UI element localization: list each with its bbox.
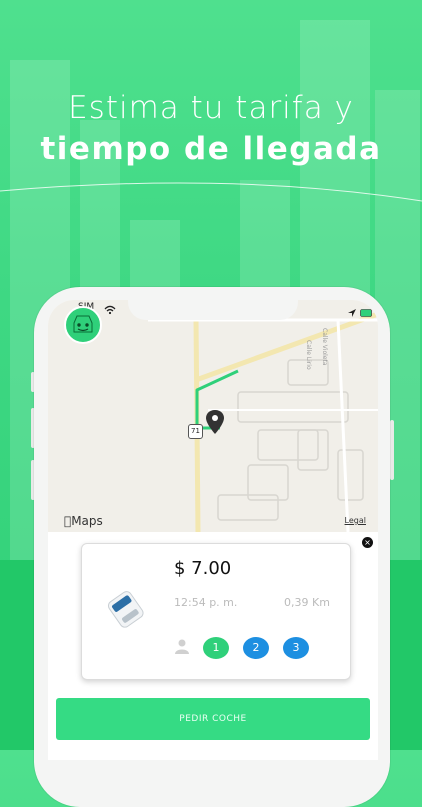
decorative-curve [0, 182, 422, 202]
close-icon[interactable]: × [362, 537, 373, 548]
seat-option-3[interactable]: 3 [283, 637, 309, 659]
user-avatar[interactable] [64, 306, 102, 344]
ride-card: $ 7.00 12:54 p. m. 0,39 Km 1 2 3 [81, 543, 351, 680]
legal-link[interactable]: Legal [345, 516, 366, 525]
headline: Estima tu tarifa y tiempo de llegada [0, 88, 422, 170]
route-shield-icon: 71 [188, 424, 203, 439]
location-arrow-icon [348, 302, 356, 321]
person-icon [175, 639, 189, 654]
headline-line-1: Estima tu tarifa y [68, 90, 354, 126]
phone-notch [128, 300, 298, 320]
order-car-button[interactable]: PEDIR COCHE [56, 698, 370, 740]
map-pin-icon [206, 410, 224, 438]
car-icon [107, 591, 144, 628]
phone-screen: SIM 71 Calle Violeta Calle Lirio Maps L… [48, 300, 378, 760]
headline-line-2: tiempo de llegada [40, 131, 382, 167]
trip-distance: 0,39 Km [284, 596, 330, 609]
phone-power-button [390, 420, 394, 480]
street-label: Calle Violeta [321, 328, 328, 366]
wifi-icon [104, 300, 116, 319]
maps-brand-text: Maps [64, 514, 103, 528]
ride-sheet: × $ 7.00 12:54 p. m. 0,39 Km 1 2 3 PEDIR… [48, 532, 378, 760]
maps-logo: Maps [64, 514, 103, 528]
seat-option-2[interactable]: 2 [243, 637, 269, 659]
eta-time: 12:54 p. m. [174, 596, 238, 609]
street-label: Calle Lirio [305, 340, 312, 370]
map-view[interactable]: SIM 71 Calle Violeta Calle Lirio Maps L… [48, 300, 378, 533]
battery-icon [360, 302, 374, 321]
fare-price: $ 7.00 [174, 558, 232, 579]
seat-option-1[interactable]: 1 [203, 637, 229, 659]
